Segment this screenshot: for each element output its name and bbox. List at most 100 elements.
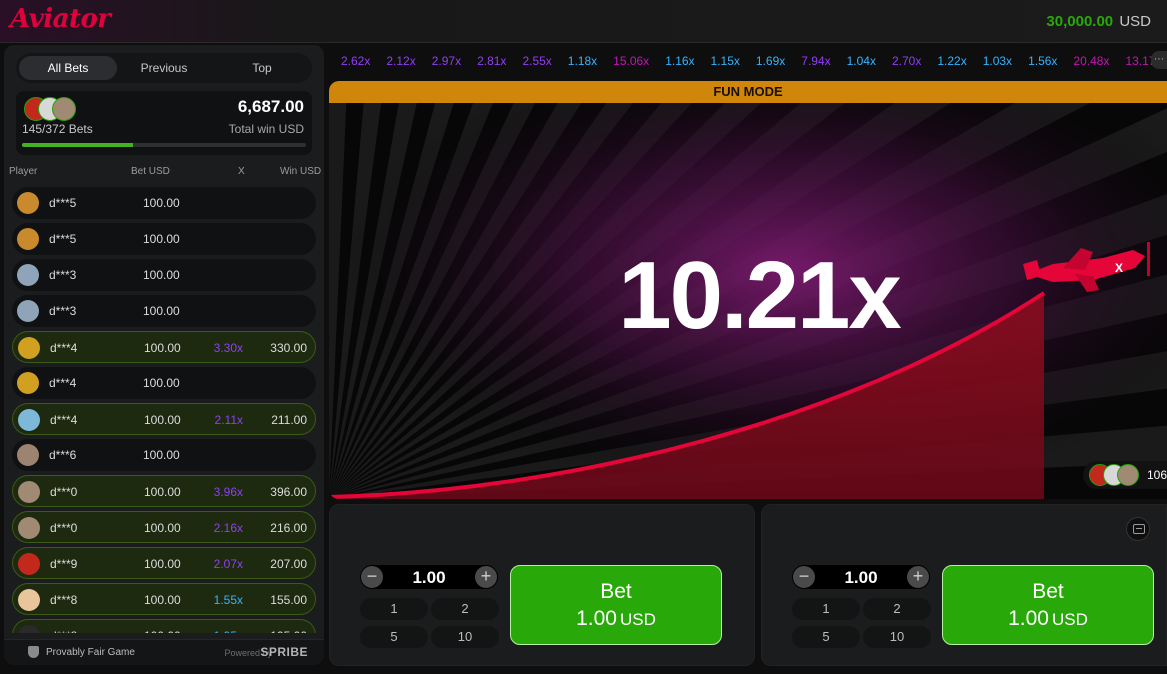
bet-row-amount: 100.00 (143, 268, 180, 282)
avatar (17, 372, 39, 394)
bet-row: d***0 100.00 2.16x 216.00 (12, 511, 316, 543)
col-player: Player (9, 166, 38, 177)
bets-panel: All Bets Previous Top 145/372 Bets 6,687… (4, 45, 324, 665)
amount-input[interactable]: 1.00 (384, 568, 474, 588)
history-multiplier[interactable]: 15.06x (613, 54, 649, 68)
quick-amount-5[interactable]: 5 (792, 626, 860, 648)
balance-currency: USD (1119, 13, 1151, 30)
bets-progress (22, 143, 306, 147)
bet-row-multiplier: 2.16x (213, 521, 243, 535)
bet-row: d***8 100.00 1.55x 155.00 (12, 583, 316, 615)
col-x: X (238, 166, 245, 177)
avatar (17, 444, 39, 466)
amount-input[interactable]: 1.00 (816, 568, 906, 588)
history-multiplier[interactable]: 20.48x (1073, 54, 1109, 68)
bet-button-amount-line: 1.00 USD (511, 607, 721, 631)
avatar (18, 337, 40, 359)
bettors-cluster: 106 (1083, 461, 1167, 489)
history-expand-icon[interactable]: ⋯ (1151, 51, 1167, 69)
bet-row-multiplier: 1.55x (213, 593, 243, 607)
history-multiplier[interactable]: 1.69x (756, 54, 785, 68)
game-stage: X FUN MODE 10.21x 106 (329, 81, 1167, 499)
bets-summary: 145/372 Bets 6,687.00 Total win USD (16, 91, 312, 155)
aviator-logo[interactable]: Aviator (10, 4, 111, 34)
increase-button[interactable]: + (907, 566, 929, 588)
bet-row-amount: 100.00 (143, 304, 180, 318)
bet-row-multiplier: 2.07x (213, 557, 243, 571)
balance: 30,000.00 USD (1046, 13, 1151, 30)
bet-row-amount: 100.00 (144, 341, 181, 355)
bet-row-player: d***8 (50, 629, 77, 633)
bet-row: d***4 100.00 (12, 367, 316, 399)
remove-panel-button[interactable] (1126, 517, 1150, 541)
history-multiplier[interactable]: 2.81x (477, 54, 506, 68)
bet-row-player: d***0 (50, 521, 78, 535)
bet-row-amount: 100.00 (143, 448, 180, 462)
bet-button-currency: USD (1051, 610, 1088, 629)
bet-row-multiplier: 1.95x (214, 629, 243, 633)
tab-top[interactable]: Top (213, 56, 311, 80)
history-multiplier[interactable]: 2.12x (386, 54, 415, 68)
svg-text:X: X (1115, 261, 1123, 275)
decrease-button[interactable]: − (793, 566, 815, 588)
decrease-button[interactable]: − (361, 566, 383, 588)
bet-row-win: 211.00 (271, 413, 307, 427)
avatar (18, 409, 40, 431)
bet-row-player: d***5 (49, 232, 77, 246)
quick-amount-1[interactable]: 1 (360, 598, 428, 620)
history-multiplier[interactable]: 1.22x (937, 54, 966, 68)
bet-row-player: d***4 (50, 341, 78, 355)
total-win-label: Total win USD (228, 122, 304, 136)
history-multiplier[interactable]: 2.70x (892, 54, 921, 68)
bet-row-amount: 100.00 (144, 557, 181, 571)
total-win: 6,687.00 (237, 97, 304, 116)
history-multiplier[interactable]: 1.56x (1028, 54, 1057, 68)
bet-button-amount: 1.00 (1008, 607, 1049, 630)
bet-row: d***3 100.00 (12, 295, 316, 327)
top-bar: Aviator 30,000.00 USD (0, 0, 1167, 43)
bets-tabs: All Bets Previous Top (16, 53, 312, 83)
bet-button-amount-line: 1.00 USD (943, 607, 1153, 631)
quick-amount-10[interactable]: 10 (863, 626, 931, 648)
avatar (17, 300, 39, 322)
spribe-logo: SPRIBE (260, 645, 308, 659)
tab-all-bets[interactable]: All Bets (19, 56, 117, 80)
history-multiplier[interactable]: 13.17x (1125, 54, 1152, 68)
bet-row-multiplier: 3.30x (213, 341, 243, 355)
avatar (18, 553, 40, 575)
history-multiplier[interactable]: 2.62x (341, 54, 370, 68)
history-multiplier[interactable]: 7.94x (801, 54, 830, 68)
history-multiplier[interactable]: 1.03x (983, 54, 1012, 68)
shield-icon (28, 646, 39, 658)
bet-button[interactable]: Bet 1.00 USD (510, 565, 722, 645)
history-multiplier[interactable]: 2.55x (522, 54, 551, 68)
bet-row-player: d***3 (49, 304, 77, 318)
quick-amount-1[interactable]: 1 (792, 598, 860, 620)
history-multiplier[interactable]: 1.18x (568, 54, 597, 68)
bet-row-player: d***4 (50, 413, 78, 427)
bet-row-amount: 100.00 (143, 376, 180, 390)
bet-row-win: 155.00 (270, 593, 307, 607)
bet-row-player: d***6 (49, 448, 77, 462)
history-multiplier[interactable]: 1.15x (711, 54, 740, 68)
bet-row: d***4 100.00 2.11x 211.00 (12, 403, 316, 435)
quick-amount-2[interactable]: 2 (863, 598, 931, 620)
history-multiplier[interactable]: 1.04x (847, 54, 876, 68)
provably-fair-link[interactable]: Provably Fair Game (46, 647, 135, 658)
tab-previous[interactable]: Previous (115, 56, 213, 80)
bet-row-amount: 100.00 (143, 196, 180, 210)
quick-amount-10[interactable]: 10 (431, 626, 499, 648)
history-multiplier[interactable]: 1.16x (665, 54, 694, 68)
history-multiplier[interactable]: 2.97x (432, 54, 461, 68)
bet-row: d***4 100.00 3.30x 330.00 (12, 331, 316, 363)
bet-row-player: d***8 (50, 593, 78, 607)
bet-button[interactable]: Bet 1.00 USD (942, 565, 1154, 645)
increase-button[interactable]: + (475, 566, 497, 588)
bet-row-player: d***5 (49, 196, 77, 210)
avatar (17, 228, 39, 250)
multiplier-history: 2.62x 2.12x 2.97x 2.81x 2.55x 1.18x 15.06x 1.16… (336, 52, 1152, 70)
quick-amount-5[interactable]: 5 (360, 626, 428, 648)
quick-amount-2[interactable]: 2 (431, 598, 499, 620)
bets-list[interactable]: d***5 100.00 d***5 100.00 d***3 100.00 d***3 10… (12, 187, 318, 633)
bet-row: d***5 100.00 (12, 223, 316, 255)
